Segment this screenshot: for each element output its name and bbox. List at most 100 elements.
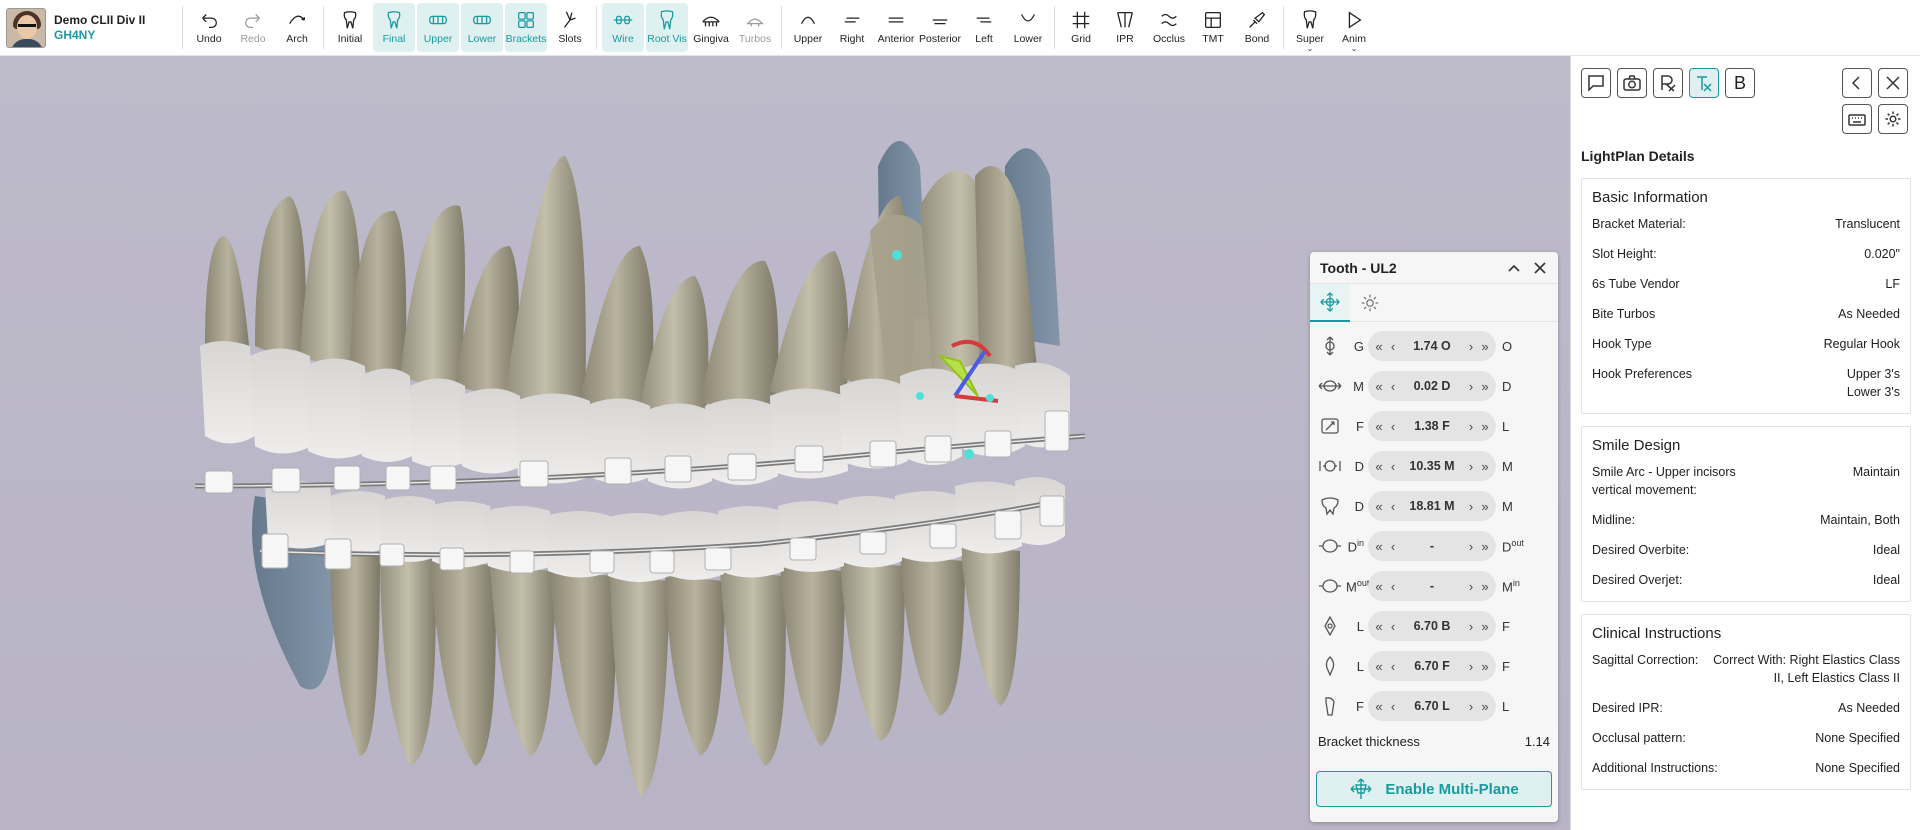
detail-row: Smile Arc - Upper incisors vertical move…: [1592, 465, 1900, 497]
prescription-button[interactable]: [1653, 68, 1683, 98]
chevron-left-icon[interactable]: ‹: [1386, 659, 1400, 674]
gingiva-button[interactable]: Gingiva: [690, 3, 732, 52]
section-smile-design: Smile Design Smile Arc - Upper incisors …: [1581, 426, 1911, 602]
enable-multi-plane-button[interactable]: Enable Multi-Plane: [1316, 771, 1552, 807]
chevron-left-icon[interactable]: ‹: [1386, 619, 1400, 634]
back-button[interactable]: [1842, 68, 1872, 98]
tab-movement[interactable]: [1310, 284, 1350, 322]
view-anterior-button[interactable]: Anterior: [875, 3, 917, 52]
turbos-button[interactable]: Turbos: [734, 3, 776, 52]
root-vis-button[interactable]: Root Vis: [646, 3, 688, 52]
arch-icon: [289, 15, 305, 24]
lower-arch-button[interactable]: Lower: [461, 3, 503, 52]
chevron-right-icon[interactable]: ›: [1464, 699, 1478, 714]
view-right-button[interactable]: Right: [831, 3, 873, 52]
chevron-up-icon[interactable]: [1506, 260, 1522, 276]
camera-icon: [1623, 75, 1641, 91]
anim-button[interactable]: Anim ⌄: [1333, 3, 1375, 53]
chevron-left-icon[interactable]: ‹: [1386, 579, 1400, 594]
double-chevron-left-icon[interactable]: «: [1372, 419, 1386, 434]
view-upper-button[interactable]: Upper: [787, 3, 829, 52]
facial-lingual-icon: [1321, 418, 1339, 434]
wire-button[interactable]: Wire: [602, 3, 644, 52]
chevron-right-icon[interactable]: ›: [1464, 539, 1478, 554]
double-chevron-right-icon[interactable]: »: [1478, 539, 1492, 554]
close-icon[interactable]: [1532, 260, 1548, 276]
prescription-icon: [1661, 75, 1676, 92]
chevron-right-icon[interactable]: ›: [1464, 379, 1478, 394]
double-chevron-right-icon[interactable]: »: [1478, 619, 1492, 634]
value-stepper: « ‹ - › »: [1368, 531, 1496, 561]
double-chevron-left-icon[interactable]: «: [1372, 659, 1386, 674]
view-lower-button[interactable]: Lower: [1007, 3, 1049, 52]
comment-button[interactable]: [1581, 68, 1611, 98]
view-left-button[interactable]: Left: [963, 3, 1005, 52]
double-chevron-right-icon[interactable]: »: [1478, 339, 1492, 354]
tmt-button[interactable]: TMT: [1192, 3, 1234, 52]
double-chevron-left-icon[interactable]: «: [1372, 579, 1386, 594]
detail-row: 6s Tube Vendor LF: [1592, 277, 1900, 291]
panel-title: LightPlan Details: [1581, 148, 1695, 164]
chevron-right-icon[interactable]: ›: [1464, 619, 1478, 634]
close-panel-button[interactable]: [1878, 68, 1908, 98]
double-chevron-left-icon[interactable]: «: [1372, 339, 1386, 354]
tab-settings[interactable]: [1350, 284, 1390, 322]
view-anterior-icon: [888, 17, 904, 23]
occlus-button[interactable]: Occlus: [1148, 3, 1190, 52]
settings-button[interactable]: [1878, 104, 1908, 134]
chevron-right-icon[interactable]: ›: [1464, 419, 1478, 434]
slots-button[interactable]: Slots: [549, 3, 591, 52]
camera-button[interactable]: [1617, 68, 1647, 98]
upper-arch-button[interactable]: Upper: [417, 3, 459, 52]
close-icon: [1886, 76, 1900, 90]
double-chevron-right-icon[interactable]: »: [1478, 459, 1492, 474]
double-chevron-right-icon[interactable]: »: [1478, 379, 1492, 394]
extrusion-icon: [1325, 336, 1335, 356]
chevron-left-icon[interactable]: ‹: [1386, 379, 1400, 394]
chevron-right-icon[interactable]: ›: [1464, 459, 1478, 474]
b-button[interactable]: B: [1725, 68, 1755, 98]
double-chevron-left-icon[interactable]: «: [1372, 699, 1386, 714]
chevron-left-icon[interactable]: ‹: [1386, 459, 1400, 474]
double-chevron-right-icon[interactable]: »: [1478, 419, 1492, 434]
chevron-left-icon[interactable]: ‹: [1386, 499, 1400, 514]
undo-button[interactable]: Undo: [188, 3, 230, 52]
ipr-button[interactable]: IPR: [1104, 3, 1146, 52]
initial-button[interactable]: Initial: [329, 3, 371, 52]
chevron-left-icon[interactable]: ‹: [1386, 419, 1400, 434]
occlus-icon: [1161, 13, 1177, 27]
patient-info[interactable]: Demo CLII Div II GH4NY: [0, 0, 178, 55]
chevron-right-icon[interactable]: ›: [1464, 579, 1478, 594]
chevron-left-icon[interactable]: ‹: [1386, 699, 1400, 714]
brackets-icon: [518, 12, 534, 28]
brackets-button[interactable]: Brackets: [505, 3, 547, 52]
redo-button[interactable]: Redo: [232, 3, 274, 52]
tip-icon: [1321, 497, 1339, 516]
chevron-right-icon[interactable]: ›: [1464, 499, 1478, 514]
double-chevron-right-icon[interactable]: »: [1478, 659, 1492, 674]
view-posterior-button[interactable]: Posterior: [919, 3, 961, 52]
double-chevron-left-icon[interactable]: «: [1372, 499, 1386, 514]
bond-button[interactable]: Bond: [1236, 3, 1278, 52]
double-chevron-left-icon[interactable]: «: [1372, 539, 1386, 554]
chevron-down-icon[interactable]: ⌄: [1307, 44, 1314, 53]
double-chevron-left-icon[interactable]: «: [1372, 459, 1386, 474]
super-button[interactable]: Super ⌄: [1289, 3, 1331, 53]
double-chevron-left-icon[interactable]: «: [1372, 379, 1386, 394]
chevron-down-icon[interactable]: ⌄: [1351, 44, 1358, 53]
chevron-left-icon[interactable]: ‹: [1386, 339, 1400, 354]
final-button[interactable]: Final: [373, 3, 415, 52]
detail-row: Desired Overbite: Ideal: [1592, 543, 1900, 557]
double-chevron-right-icon[interactable]: »: [1478, 699, 1492, 714]
double-chevron-right-icon[interactable]: »: [1478, 579, 1492, 594]
double-chevron-left-icon[interactable]: «: [1372, 619, 1386, 634]
double-chevron-right-icon[interactable]: »: [1478, 499, 1492, 514]
arch-button[interactable]: Arch: [276, 3, 318, 52]
chevron-left-icon[interactable]: ‹: [1386, 539, 1400, 554]
grid-button[interactable]: Grid: [1060, 3, 1102, 52]
3d-viewport[interactable]: Tooth - UL2 G « ‹ 1.74 O › » O M « ‹ 0.0…: [0, 56, 1570, 830]
chevron-right-icon[interactable]: ›: [1464, 659, 1478, 674]
chevron-right-icon[interactable]: ›: [1464, 339, 1478, 354]
keyboard-button[interactable]: [1842, 104, 1872, 134]
treatment-button[interactable]: [1689, 68, 1719, 98]
